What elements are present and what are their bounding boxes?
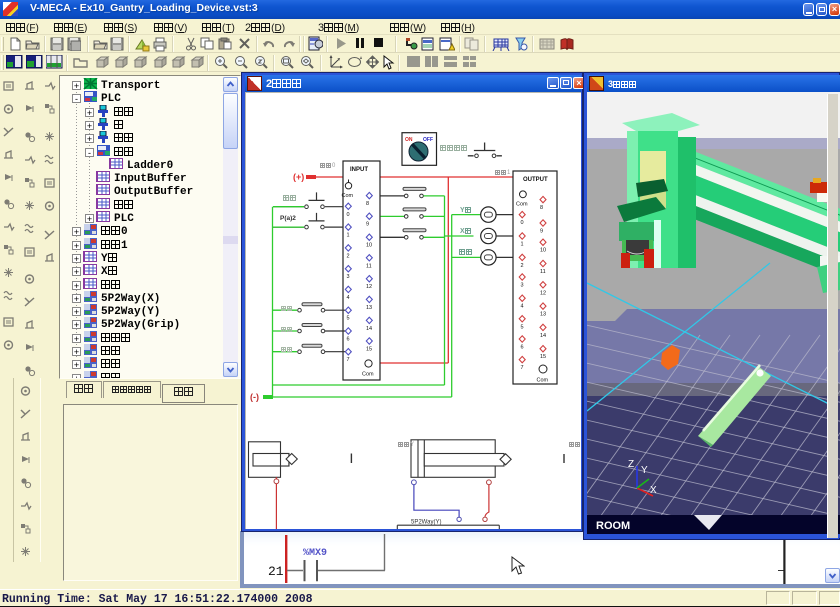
svg-text:2: 2 xyxy=(521,263,524,269)
svg-text:9: 9 xyxy=(540,229,543,235)
svg-text:ROOM: ROOM xyxy=(596,520,630,532)
svg-text:11: 11 xyxy=(366,263,372,269)
svg-text:ON: ON xyxy=(405,137,413,143)
svg-text:9: 9 xyxy=(366,222,369,228)
svg-text:OUTPUT: OUTPUT xyxy=(523,177,548,183)
svg-text:15: 15 xyxy=(540,354,546,360)
svg-text:4: 4 xyxy=(521,304,524,310)
svg-text:13: 13 xyxy=(540,312,546,318)
svg-text:Com: Com xyxy=(537,378,549,384)
svg-text:8: 8 xyxy=(366,201,369,207)
svg-text:12: 12 xyxy=(366,284,372,290)
svg-text:5P2Way(Y): 5P2Way(Y) xyxy=(411,520,441,526)
svg-text:3: 3 xyxy=(347,274,350,280)
svg-text:0: 0 xyxy=(521,220,524,226)
svg-text:2: 2 xyxy=(347,253,350,259)
svg-text:0: 0 xyxy=(347,212,350,218)
svg-text:7: 7 xyxy=(347,357,350,363)
svg-text:4: 4 xyxy=(347,295,350,301)
svg-text:5: 5 xyxy=(347,316,350,322)
svg-text:6: 6 xyxy=(521,345,524,351)
svg-text:15: 15 xyxy=(366,347,372,353)
svg-text:Com: Com xyxy=(342,193,354,199)
svg-text:13: 13 xyxy=(366,305,372,311)
svg-text:10: 10 xyxy=(540,248,546,254)
svg-text:OFF: OFF xyxy=(423,137,433,143)
svg-text:X: X xyxy=(650,485,657,496)
svg-text:10: 10 xyxy=(366,243,372,249)
svg-text:Z: Z xyxy=(628,459,634,470)
svg-text:3: 3 xyxy=(521,283,524,289)
svg-text:1: 1 xyxy=(521,242,524,248)
svg-text:5: 5 xyxy=(521,324,524,330)
svg-text:14: 14 xyxy=(366,326,372,332)
svg-text:Y: Y xyxy=(641,465,648,476)
svg-text:11: 11 xyxy=(540,269,546,275)
svg-text:14: 14 xyxy=(540,333,546,339)
svg-text:12: 12 xyxy=(540,290,546,296)
svg-text:7: 7 xyxy=(521,365,524,371)
svg-text:8: 8 xyxy=(540,205,543,211)
svg-text:1: 1 xyxy=(347,233,350,239)
svg-text:Com: Com xyxy=(516,202,528,208)
svg-text:P(a)2: P(a)2 xyxy=(280,215,296,222)
svg-text:INPUT: INPUT xyxy=(350,167,368,173)
svg-text:6: 6 xyxy=(347,337,350,343)
svg-text:Com: Com xyxy=(362,372,374,378)
